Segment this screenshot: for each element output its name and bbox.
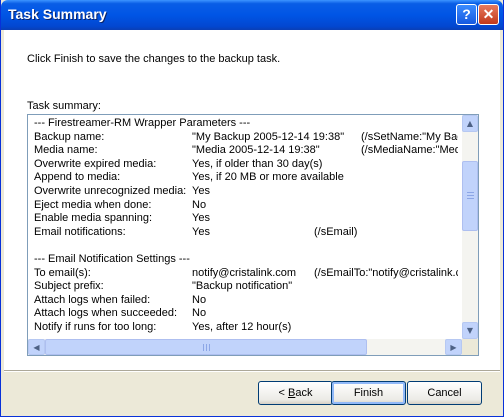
help-button[interactable]: ? (456, 4, 477, 25)
line-switch: (/sEmailTo:"notify@cristalink.co (314, 266, 458, 279)
line-label: Media name: (34, 144, 98, 157)
line-label: Overwrite unrecognized media: (34, 184, 187, 197)
line-label: Eject media when done: (34, 198, 152, 211)
scroll-corner (462, 339, 478, 355)
line-text: --- Email Notification Settings --- (34, 252, 190, 265)
summary-line: Append to media: Yes, if 20 MB or more av… (34, 171, 458, 185)
arrow-up-icon: ▲ (466, 119, 474, 128)
line-label: Append to media: (34, 171, 121, 184)
line-label: To email(s): (34, 266, 91, 279)
back-label-prefix: < (278, 387, 288, 399)
summary-line: Attach logs when failed: No (34, 294, 458, 308)
line-label: Attach logs when failed: (34, 293, 151, 306)
arrow-right-icon: ▶ (450, 343, 457, 352)
cancel-button[interactable]: Cancel (407, 381, 482, 405)
line-label: Overwrite expired media: (34, 157, 157, 170)
scroll-down-button[interactable]: ▼ (462, 322, 478, 339)
grip-line (467, 192, 474, 193)
line-value: No (192, 293, 207, 306)
line-label: Attach logs when succeeded: (34, 307, 178, 320)
summary-line: Overwrite expired media: Yes, if older th… (34, 158, 458, 172)
summary-blank-line (34, 239, 458, 253)
vertical-scroll-thumb[interactable] (462, 161, 478, 231)
summary-line: --- Firestreamer-RM Wrapper Parameters -… (34, 117, 458, 131)
summary-text: --- Firestreamer-RM Wrapper Parameters -… (34, 117, 458, 341)
summary-line: Eject media when done: No (34, 199, 458, 213)
summary-line: Overwrite unrecognized media: Yes (34, 185, 458, 199)
horizontal-scroll-thumb[interactable] (45, 339, 367, 355)
back-button[interactable]: < Back (258, 381, 333, 405)
arrow-left-icon: ◀ (33, 343, 40, 352)
line-switch: (/sSetName:"My Bac (361, 130, 458, 143)
vertical-scrollbar[interactable]: ▲ ▼ (462, 115, 478, 339)
scroll-left-button[interactable]: ◀ (28, 339, 45, 355)
back-label-rest: ack (295, 387, 313, 399)
summary-line: Subject prefix: "Backup notification" (34, 280, 458, 294)
summary-label: Task summary: (27, 100, 101, 112)
line-label: Enable media spanning: (34, 212, 153, 225)
help-icon: ? (462, 6, 471, 22)
scroll-up-button[interactable]: ▲ (462, 115, 478, 132)
line-label: Email notifications: (34, 225, 126, 238)
line-switch: (/sEmail) (314, 225, 358, 238)
summary-line: Backup name: "My Backup 2005-12-14 19:38"… (34, 131, 458, 145)
summary-line: To email(s): notify@cristalink.com (/sEmai… (34, 267, 458, 281)
dialog-window: Task Summary ? ✕ Click Finish to save th… (0, 0, 504, 417)
summary-line: Email notifications: Yes (/sEmail) (34, 226, 458, 240)
line-value: No (192, 307, 207, 320)
summary-line: --- Email Notification Settings --- (34, 253, 458, 267)
grip-line (209, 344, 210, 351)
scroll-right-button[interactable]: ▶ (445, 339, 462, 355)
line-label: Subject prefix: (34, 280, 104, 293)
line-value: No (192, 198, 207, 211)
line-value: Yes, if older than 30 day(s) (192, 157, 323, 170)
wizard-content: Click Finish to save the changes to the … (4, 30, 500, 370)
line-value: Yes (192, 212, 210, 225)
line-value: Yes, after 12 hour(s) (192, 320, 292, 333)
summary-line: Enable media spanning: Yes (34, 212, 458, 226)
grip-line (203, 344, 204, 351)
line-value: "Backup notification" (192, 280, 293, 293)
line-text: --- Firestreamer-RM Wrapper Parameters -… (34, 117, 251, 129)
title-bar[interactable]: Task Summary ? ✕ (1, 0, 503, 30)
summary-line: Notify if runs for too long: Yes, after 1… (34, 321, 458, 335)
instruction-text: Click Finish to save the changes to the … (27, 53, 281, 65)
line-value: Yes (192, 225, 210, 238)
line-label: Backup name: (34, 130, 105, 143)
horizontal-scrollbar[interactable]: ◀ ▶ (28, 339, 462, 355)
window-title: Task Summary (8, 6, 107, 22)
line-value: Yes, if 20 MB or more available (192, 171, 344, 184)
close-icon: ✕ (482, 6, 495, 22)
grip-line (206, 344, 207, 351)
line-switch: (/sMediaName:"Medi (361, 144, 458, 157)
finish-label: Finish (353, 387, 384, 399)
finish-button[interactable]: Finish (331, 381, 406, 405)
grip-line (467, 195, 474, 196)
summary-line: Media name: "Media 2005-12-14 19:38" (/sMe… (34, 144, 458, 158)
task-summary-textbox[interactable]: --- Firestreamer-RM Wrapper Parameters -… (27, 114, 479, 356)
line-value: notify@cristalink.com (192, 266, 297, 279)
line-value: "Media 2005-12-14 19:38" (192, 144, 320, 157)
line-value: "My Backup 2005-12-14 19:38" (192, 130, 345, 143)
close-button[interactable]: ✕ (478, 4, 499, 25)
button-separator (4, 370, 500, 372)
summary-line: Attach logs when succeeded: No (34, 307, 458, 321)
cancel-label: Cancel (427, 387, 462, 399)
arrow-down-icon: ▼ (466, 326, 474, 335)
line-value: Yes (192, 184, 210, 197)
line-label: Notify if runs for too long: (34, 320, 157, 333)
grip-line (467, 198, 474, 199)
